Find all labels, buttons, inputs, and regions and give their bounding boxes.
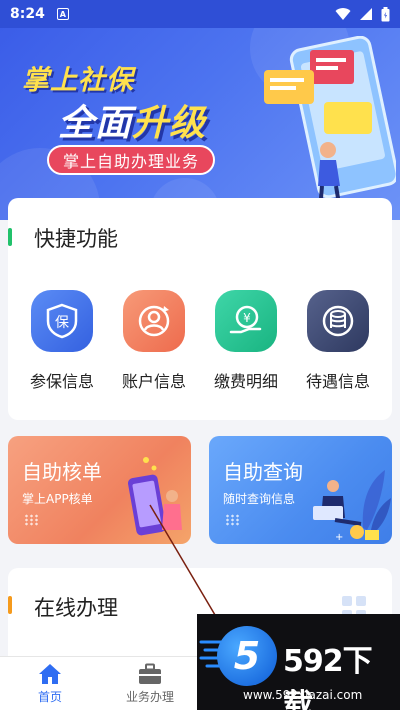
svg-text:¥: ¥ [243,311,251,325]
coin-stack-icon [307,290,369,352]
promo-title: 自助查询 [223,460,303,484]
quick-functions-grid: 保 参保信息 账户信息 ¥ 缴费明细 待遇信息 [8,290,392,392]
status-time: 8:24 [10,6,45,22]
promo-title: 自助核单 [22,460,102,484]
nav-item-label: 业务办理 [125,689,174,704]
promo-banner[interactable]: 掌上社保 全面升级 掌上自助办理业务 [0,28,400,220]
nav-item-home[interactable]: 首页 [0,657,100,710]
quick-item-insurance-info[interactable]: 保 参保信息 [19,290,105,392]
nav-item-business[interactable]: 业务办理 [100,657,200,710]
section-accent-bar [8,596,12,614]
promo-subtitle: 掌上APP核单 [22,492,93,506]
briefcase-icon [139,663,161,684]
quick-functions-card: 快捷功能 保 参保信息 账户信息 ¥ 缴费明细 待遇信息 [8,198,392,420]
wifi-icon [335,8,351,20]
phone-person-illustration-icon [127,457,182,536]
dots-decoration [225,514,239,526]
quick-item-label: 待遇信息 [305,372,370,391]
laptop-person-illustration-icon: + [313,470,391,543]
status-icons [335,6,390,22]
quick-item-benefits-info[interactable]: 待遇信息 [295,290,381,392]
watermark-circle: 5 [217,626,277,686]
banner-title-prefix: 全面 [58,103,133,144]
section-title-quick: 快捷功能 [34,227,118,251]
watermark-logo: 5 592下载 www.592xiazai.com [197,614,400,710]
phone-illustration-icon [264,36,396,211]
section-accent-bar [8,228,12,246]
dots-decoration [24,514,38,526]
banner-title-line1: 掌上社保 [22,65,134,96]
banner-title-highlight: 升级 [132,103,207,144]
svg-text:+: + [335,532,343,543]
svg-text:保: 保 [55,315,69,331]
watermark-url: www.592xiazai.com [243,688,363,702]
user-refresh-icon [123,290,185,352]
yuan-hand-icon: ¥ [215,290,277,352]
quick-item-account-info[interactable]: 账户信息 [111,290,197,392]
battery-icon [381,6,390,21]
banner-title-line2: 全面升级 [58,94,206,146]
quick-item-label: 参保信息 [29,372,94,391]
shield-icon: 保 [31,290,93,352]
nav-item-label: 首页 [37,689,62,704]
quick-item-label: 账户信息 [121,372,186,391]
home-icon [39,663,61,684]
promo-subtitle: 随时查询信息 [223,492,296,506]
signal-icon [360,8,372,20]
notification-icon: A [56,8,69,20]
section-title-online: 在线办理 [34,596,118,620]
promo-card-self-query[interactable]: 自助查询 随时查询信息 + [209,436,392,544]
quick-item-payment-details[interactable]: ¥ 缴费明细 [203,290,289,392]
promo-card-self-check[interactable]: 自助核单 掌上APP核单 [8,436,191,544]
banner-subtitle-pill: 掌上自助办理业务 [47,145,216,175]
quick-item-label: 缴费明细 [213,372,278,391]
status-bar: 8:24 A [0,0,400,28]
